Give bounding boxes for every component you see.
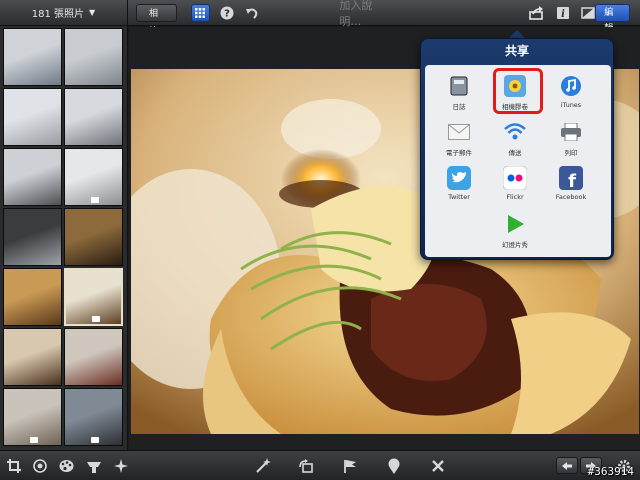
photo-sidebar: 181 張照片 ▼ [0, 0, 128, 450]
edited-badge-icon [91, 437, 99, 443]
photo-thumbnail[interactable] [64, 28, 123, 86]
share-option-label: iTunes [560, 101, 582, 109]
edited-badge-icon [91, 197, 99, 203]
brushes-button[interactable] [86, 458, 102, 474]
share-option-facebook[interactable]: f Facebook [541, 165, 601, 201]
photo-thumbnail[interactable] [64, 268, 123, 326]
watermark: #363914 [587, 465, 634, 478]
reject-button[interactable] [430, 458, 446, 474]
photo-count-label: 181 張照片 [31, 9, 85, 20]
help-icon: ? [220, 6, 234, 19]
share-option-printer[interactable]: 列印 [541, 119, 601, 157]
undo-button[interactable] [244, 5, 259, 21]
share-option-email[interactable]: 電子郵件 [429, 119, 489, 157]
photo-thumbnail[interactable] [64, 328, 123, 386]
photo-thumbnail[interactable] [64, 208, 123, 266]
share-option-label: Facebook [555, 193, 587, 201]
photo-thumbnail[interactable] [3, 28, 62, 86]
thumbnail-grid [0, 26, 127, 448]
close-icon [432, 460, 444, 472]
caption-field[interactable]: 加入說明… [339, 0, 390, 29]
magic-wand-icon [256, 458, 271, 473]
journal-icon [446, 73, 472, 99]
share-title: 共享 [504, 44, 529, 58]
edit-button[interactable]: 編輯 [595, 3, 630, 34]
rotate-button[interactable] [298, 458, 314, 474]
exposure-button[interactable] [32, 458, 48, 474]
info-button[interactable]: i [555, 5, 570, 21]
flag-button[interactable] [342, 458, 358, 474]
top-toolbar: 相簿 ? 加入說明… i 編輯 [128, 0, 640, 37]
share-option-label: 電子郵件 [446, 149, 472, 157]
wifi-icon [502, 119, 528, 145]
bottom-toolbar [0, 450, 640, 480]
photo-thumbnail[interactable] [3, 148, 62, 206]
share-option-itunes[interactable]: iTunes [541, 73, 601, 109]
camera-roll-highlight [493, 68, 543, 114]
share-popover: 共享 日誌 相機膠卷 iTunes 電子郵件 傳送 列印 Twitter Flickr f Fac… [420, 38, 614, 260]
compare-icon [581, 6, 595, 19]
previous-photo-button[interactable] [556, 457, 578, 474]
photo-thumbnail[interactable] [64, 388, 123, 446]
email-icon [446, 119, 472, 145]
exposure-icon [33, 459, 47, 473]
auto-enhance-button[interactable] [255, 458, 271, 474]
edited-badge-icon [30, 437, 38, 443]
share-option-twitter[interactable]: Twitter [429, 165, 489, 201]
twitter-icon [446, 165, 472, 191]
info-icon: i [556, 6, 569, 20]
brush-icon [87, 462, 101, 473]
printer-icon [558, 119, 584, 145]
share-option-label: 列印 [564, 149, 578, 157]
compare-button[interactable] [580, 5, 595, 21]
share-option-label: 日誌 [452, 103, 466, 111]
facebook-icon: f [558, 165, 584, 191]
arrow-left-icon [562, 461, 572, 470]
share-icon [529, 5, 543, 20]
effects-button[interactable] [113, 458, 129, 474]
crop-icon [7, 459, 21, 473]
flag-icon [344, 460, 356, 473]
svg-text:i: i [561, 9, 565, 20]
photo-count-dropdown[interactable]: 181 張照片 ▼ [0, 0, 127, 26]
crop-button[interactable] [6, 458, 22, 474]
edited-badge-icon [92, 316, 100, 322]
app-window: 181 張照片 ▼ 相簿 ? 加入說明… i [0, 0, 640, 480]
photo-thumbnail[interactable] [3, 88, 62, 146]
photo-thumbnail[interactable] [3, 268, 62, 326]
photo-thumbnail[interactable] [3, 208, 62, 266]
svg-text:?: ? [224, 8, 230, 19]
palette-icon [59, 460, 73, 472]
play-icon [502, 211, 528, 237]
share-option-label: Flickr [506, 193, 524, 201]
favorite-button[interactable] [386, 458, 402, 474]
svg-text:f: f [568, 171, 576, 190]
caption-placeholder: 加入說明… [339, 0, 373, 28]
share-option-journal[interactable]: 日誌 [429, 73, 489, 111]
itunes-icon [558, 73, 584, 99]
dropdown-arrow-icon: ▼ [89, 8, 96, 17]
photo-thumbnail[interactable] [64, 88, 123, 146]
rotate-icon [299, 459, 313, 473]
grid-view-button[interactable] [190, 3, 210, 22]
share-button[interactable] [529, 5, 544, 21]
flickr-icon [502, 165, 528, 191]
albums-back-button[interactable]: 相簿 [136, 3, 177, 37]
photo-thumbnail[interactable] [3, 388, 62, 446]
photo-thumbnail[interactable] [64, 148, 123, 206]
sparkle-icon [114, 459, 128, 473]
share-option-label: 傳送 [508, 149, 522, 157]
grid-icon [195, 7, 206, 18]
favorite-badge-icon [388, 458, 400, 474]
help-button[interactable]: ? [220, 5, 235, 21]
color-button[interactable] [58, 458, 74, 474]
share-options: 日誌 相機膠卷 iTunes 電子郵件 傳送 列印 Twitter Flickr f Facebo… [425, 65, 611, 257]
share-option-label: 幻燈片秀 [502, 241, 528, 249]
share-option-wifi[interactable]: 傳送 [485, 119, 545, 157]
share-option-flickr[interactable]: Flickr [485, 165, 545, 201]
share-option-play[interactable]: 幻燈片秀 [485, 211, 545, 249]
undo-icon [245, 8, 258, 19]
photo-thumbnail[interactable] [3, 328, 62, 386]
share-option-label: Twitter [448, 193, 470, 201]
